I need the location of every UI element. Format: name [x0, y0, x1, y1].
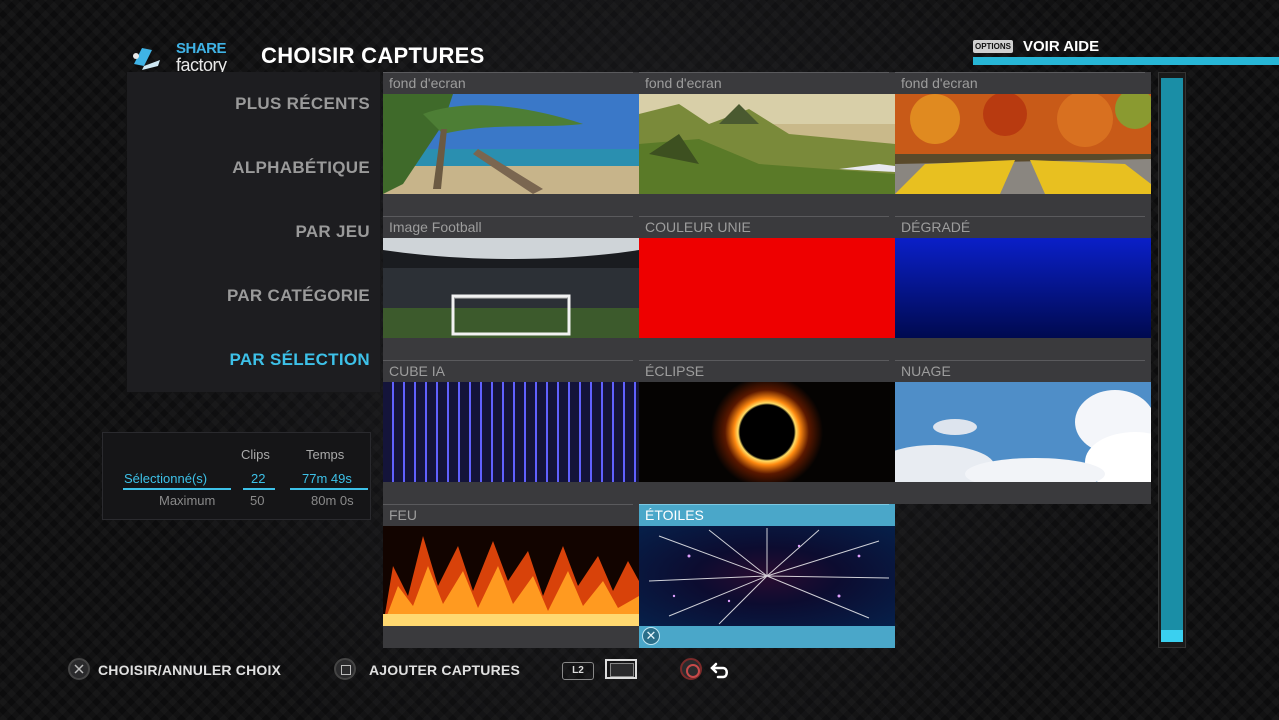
- header-accent-line: [973, 57, 1279, 65]
- fire-image-icon: [383, 526, 639, 626]
- solid-red-image-icon: [639, 238, 895, 338]
- mountain-image-icon: [639, 94, 895, 194]
- capture-label: fond d'ecran: [895, 72, 1145, 94]
- autumn-road-image-icon: [895, 94, 1151, 194]
- stats-max-clips: 50: [250, 493, 265, 508]
- stats-max-label: Maximum: [159, 493, 216, 508]
- ps-logo-icon: [133, 48, 160, 70]
- stars-image-icon: [639, 526, 895, 626]
- menu-item-alphabetical[interactable]: ALPHABÉTIQUE: [232, 158, 370, 178]
- stats-underline: [243, 488, 275, 490]
- help-label[interactable]: VOIR AIDE: [1023, 38, 1099, 55]
- circle-button-icon[interactable]: [680, 658, 702, 680]
- page-title: CHOISIR CAPTURES: [261, 43, 485, 68]
- choose-cancel-label: CHOISIR/ANNULER CHOIX: [98, 662, 282, 678]
- eclipse-image-icon: [639, 382, 895, 482]
- stats-header-clips: Clips: [241, 447, 270, 462]
- capture-tile[interactable]: ÉCLIPSE: [639, 360, 895, 504]
- capture-tile[interactable]: Image Football: [383, 216, 639, 360]
- stats-underline: [123, 488, 231, 490]
- capture-label: NUAGE: [895, 360, 1145, 382]
- stats-max-time: 80m 0s: [311, 493, 354, 508]
- capture-label: COULEUR UNIE: [639, 216, 889, 238]
- add-captures-label: AJOUTER CAPTURES: [369, 662, 520, 678]
- capture-label: DÉGRADÉ: [895, 216, 1145, 238]
- capture-label: CUBE IA: [383, 360, 633, 382]
- capture-tile-selected[interactable]: ÉTOILES ✕: [639, 504, 895, 648]
- cross-button-icon[interactable]: [68, 658, 90, 680]
- menu-item-by-game[interactable]: PAR JEU: [295, 222, 370, 242]
- cross-glyph: [74, 664, 84, 674]
- square-glyph: [341, 665, 351, 675]
- capture-tile[interactable]: COULEUR UNIE: [639, 216, 895, 360]
- stats-selected-clips: 22: [251, 471, 266, 486]
- blue-gradient-image-icon: [895, 238, 1151, 338]
- stadium-image-icon: [383, 238, 639, 338]
- capture-label: Image Football: [383, 216, 633, 238]
- capture-tile[interactable]: CUBE IA: [383, 360, 639, 504]
- circle-glyph: [686, 664, 700, 678]
- capture-grid: fond d'ecran fond d'ecran fond d'ecran I…: [383, 72, 1151, 648]
- capture-label: ÉCLIPSE: [639, 360, 889, 382]
- menu-item-by-selection[interactable]: PAR SÉLECTION: [229, 350, 370, 370]
- capture-tile[interactable]: NUAGE: [895, 360, 1151, 504]
- clouds-image-icon: [895, 382, 1151, 482]
- stats-underline: [290, 488, 368, 490]
- star-streaks: [648, 528, 890, 625]
- back-arrow-icon[interactable]: [710, 660, 732, 680]
- selection-stats-panel: Clips Temps Sélectionné(s) 22 77m 49s Ma…: [102, 432, 371, 520]
- square-button-icon[interactable]: [334, 658, 356, 680]
- stats-selected-label: Sélectionné(s): [124, 471, 208, 486]
- film-strip-icon: [605, 659, 637, 679]
- vertical-lines-image-icon: [383, 382, 639, 482]
- menu-item-by-category[interactable]: PAR CATÉGORIE: [227, 286, 370, 306]
- stats-selected-time: 77m 49s: [302, 471, 352, 486]
- capture-label: ÉTOILES: [639, 504, 889, 526]
- capture-tile[interactable]: fond d'ecran: [639, 72, 895, 216]
- stats-header-time: Temps: [306, 447, 345, 462]
- capture-tile[interactable]: fond d'ecran: [895, 72, 1151, 216]
- scrollbar-thumb[interactable]: [1161, 630, 1183, 642]
- cross-button-icon[interactable]: ✕: [642, 627, 660, 645]
- capture-label: fond d'ecran: [639, 72, 889, 94]
- scrollbar-fill: [1161, 78, 1183, 630]
- menu-item-recent[interactable]: PLUS RÉCENTS: [235, 94, 370, 114]
- options-button-icon[interactable]: OPTIONS: [973, 40, 1013, 53]
- l2-button-icon[interactable]: L2: [562, 662, 594, 680]
- sort-menu: PLUS RÉCENTS ALPHABÉTIQUE PAR JEU PAR CA…: [127, 72, 380, 392]
- capture-label: FEU: [383, 504, 633, 526]
- capture-tile[interactable]: FEU: [383, 504, 639, 648]
- capture-label: fond d'ecran: [383, 72, 633, 94]
- beach-image-icon: [383, 94, 639, 194]
- capture-tile[interactable]: fond d'ecran: [383, 72, 639, 216]
- capture-tile[interactable]: DÉGRADÉ: [895, 216, 1151, 360]
